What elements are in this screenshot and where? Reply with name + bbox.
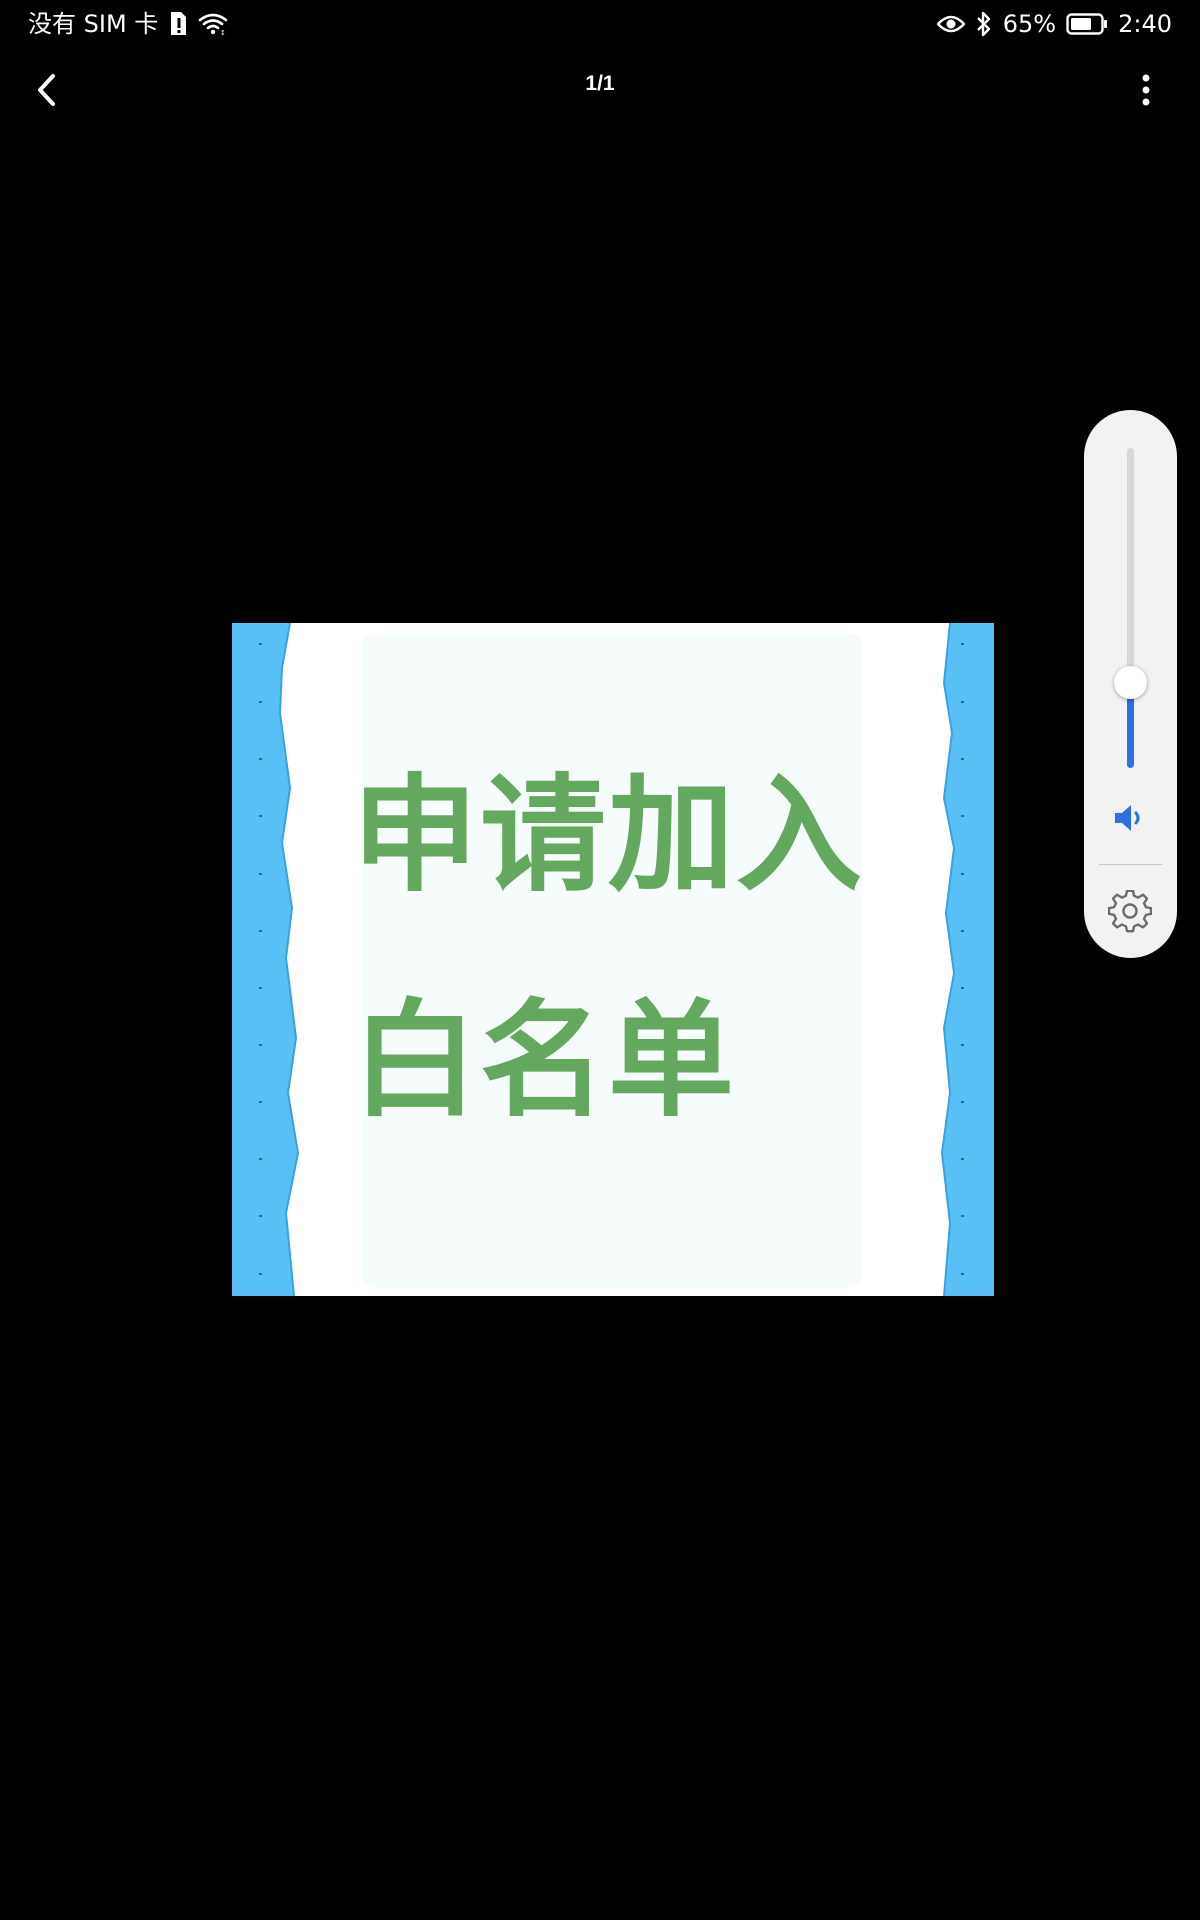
volume-slider[interactable] [1127, 448, 1134, 768]
image-inner-card [362, 633, 862, 1288]
status-bar: 没有 SIM 卡 ↕ 65% 2:40 [0, 0, 1200, 48]
clock: 2:40 [1118, 10, 1172, 38]
svg-text:↕: ↕ [220, 29, 226, 36]
bluetooth-icon [975, 11, 993, 37]
volume-panel [1084, 410, 1177, 958]
volume-panel-divider [1099, 864, 1162, 865]
speaker-icon [1115, 805, 1140, 831]
status-right: 65% 2:40 [936, 9, 1172, 39]
right-wave-border [942, 623, 994, 1296]
more-vertical-icon [1142, 74, 1150, 106]
sound-settings-button[interactable] [1106, 888, 1154, 936]
back-button[interactable] [20, 62, 76, 118]
top-app-bar: 1/1 [0, 48, 1200, 132]
image-text-line-2: 白名单 [352, 987, 736, 1134]
gear-icon [1108, 890, 1152, 933]
battery-icon [1066, 13, 1108, 35]
battery-percent: 65% [1002, 10, 1057, 38]
wifi-icon: ↕ [198, 12, 228, 36]
sim-alert-icon [168, 11, 188, 37]
eye-icon [936, 14, 965, 34]
volume-slider-thumb[interactable] [1114, 666, 1147, 699]
status-left: 没有 SIM 卡 ↕ [28, 9, 228, 39]
carrier-text: 没有 SIM 卡 [28, 10, 159, 38]
displayed-image[interactable]: 申请加入 白名单 [232, 623, 994, 1296]
left-wave-border [232, 623, 298, 1296]
photo-viewer-screen: 没有 SIM 卡 ↕ 65% 2:40 1/1 申请加入 白名单 [0, 0, 1200, 1920]
image-text-line-1: 申请加入 [352, 762, 864, 909]
chevron-left-icon [38, 74, 55, 106]
more-options-button[interactable] [1118, 62, 1174, 118]
speaker-button[interactable] [1106, 794, 1154, 842]
page-indicator: 1/1 [585, 72, 615, 95]
